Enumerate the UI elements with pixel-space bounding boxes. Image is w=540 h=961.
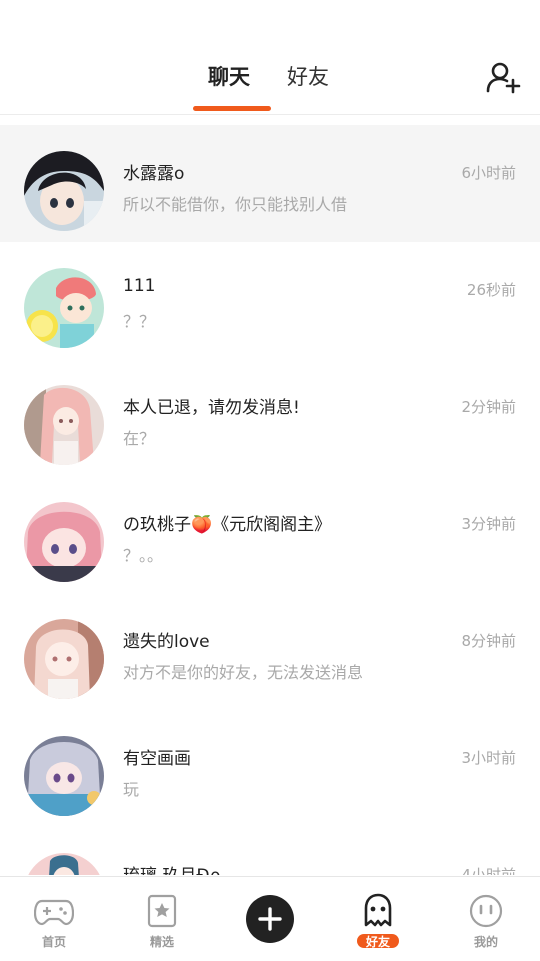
conversation-row[interactable]: 本人已退，请勿发消息! 在？ 2分钟前	[0, 359, 540, 476]
add-user-icon[interactable]	[485, 60, 521, 96]
avatar[interactable]	[24, 151, 104, 231]
message-preview: 在？	[123, 429, 156, 448]
active-tab-indicator	[193, 106, 271, 111]
message-time: 8分钟前	[461, 632, 516, 650]
avatar[interactable]	[24, 385, 104, 465]
tab-label: 首页	[41, 935, 66, 949]
message-time: 3分钟前	[461, 515, 516, 533]
conversation-list: 水露露o 所以不能借你，你只能找别人借 6小时前 111 ？？ 26秒前 本人已…	[0, 115, 540, 875]
tab-label: 好友	[365, 935, 390, 949]
tab-label: 精选	[149, 935, 174, 949]
message-preview: 所以不能借你，你只能找别人借	[123, 195, 348, 214]
tab-featured[interactable]: 精选	[108, 877, 216, 961]
contact-name: 水露露o	[123, 164, 185, 184]
tab-home[interactable]: 首页	[0, 877, 108, 961]
star-bookmark-icon	[142, 893, 182, 929]
avatar[interactable]	[24, 619, 104, 699]
message-preview: 玩	[123, 780, 140, 799]
tab-friends-nav[interactable]: 好友	[324, 877, 432, 961]
avatar[interactable]	[24, 736, 104, 816]
message-preview: ？。。	[123, 546, 164, 565]
message-time: 3小时前	[461, 749, 516, 767]
conversation-row[interactable]: 有空画画 玩 3小时前	[0, 710, 540, 827]
contact-name: 有空画画	[123, 749, 191, 769]
bottom-tab-bar: 首页 精选 好友 我的	[0, 876, 540, 961]
avatar[interactable]	[24, 853, 104, 875]
ghost-icon	[358, 893, 398, 929]
plus-icon[interactable]	[246, 895, 294, 943]
message-preview: ？？	[123, 312, 156, 331]
contact-name: 遗失的love	[123, 632, 210, 652]
tab-label: 我的	[473, 935, 498, 949]
message-time: 4小时前	[461, 866, 516, 875]
conversation-row[interactable]: の玖桃子🍑《元欣阁阁主》 ？。。 3分钟前	[0, 476, 540, 593]
message-time: 26秒前	[466, 281, 516, 299]
conversation-row[interactable]: 111 ？？ 26秒前	[0, 242, 540, 359]
conversation-row[interactable]: 琉璃.玖月Ɖρ 4小时前	[0, 827, 540, 875]
face-icon	[466, 893, 506, 929]
tab-create[interactable]	[216, 877, 324, 961]
gamepad-icon	[33, 893, 75, 929]
message-time: 2分钟前	[461, 398, 516, 416]
conversation-row[interactable]: 水露露o 所以不能借你，你只能找别人借 6小时前	[0, 125, 540, 242]
tab-chat[interactable]: 聊天	[208, 62, 250, 92]
contact-name: 本人已退，请勿发消息!	[123, 398, 300, 418]
contact-name: の玖桃子🍑《元欣阁阁主》	[123, 515, 332, 535]
message-preview: 对方不是你的好友，无法发送消息	[123, 663, 364, 682]
contact-name: 111	[123, 276, 156, 296]
conversation-row[interactable]: 遗失的love 对方不是你的好友，无法发送消息 8分钟前	[0, 593, 540, 710]
message-time: 6小时前	[461, 164, 516, 182]
avatar[interactable]	[24, 502, 104, 582]
contact-name: 琉璃.玖月Ɖρ	[123, 861, 220, 875]
tab-mine[interactable]: 我的	[432, 877, 540, 961]
top-header: 聊天 好友	[0, 0, 540, 115]
tab-friends[interactable]: 好友	[287, 62, 329, 92]
avatar[interactable]	[24, 268, 104, 348]
